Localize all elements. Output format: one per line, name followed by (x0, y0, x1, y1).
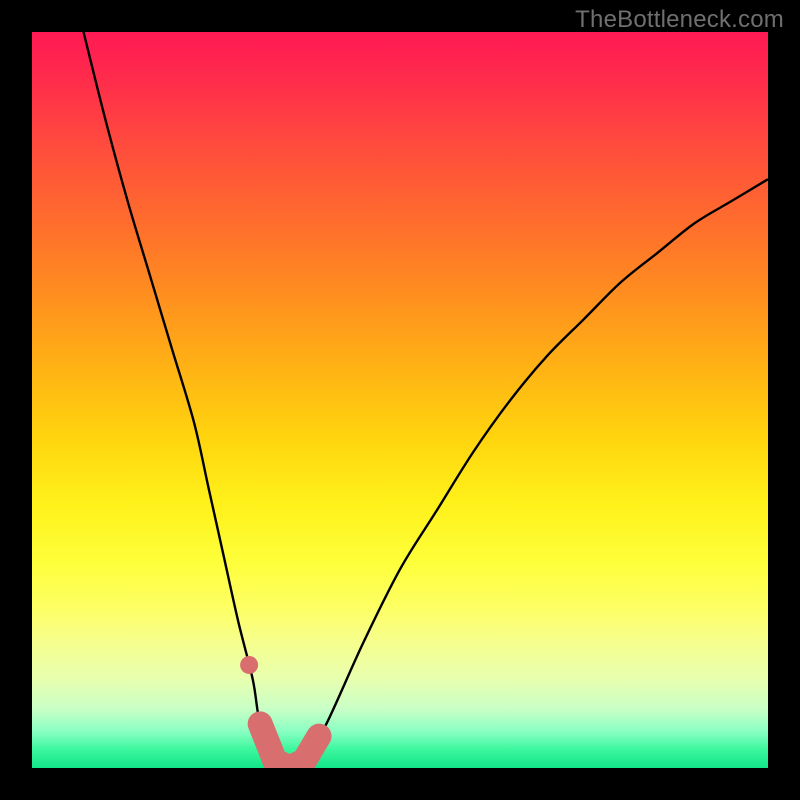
highlight-band (260, 724, 319, 768)
chart-frame: TheBottleneck.com (0, 0, 800, 800)
highlight-dot (240, 656, 258, 674)
plot-area (32, 32, 768, 768)
curve-layer (32, 32, 768, 768)
bottleneck-curve (84, 32, 768, 768)
watermark-text: TheBottleneck.com (575, 6, 784, 34)
